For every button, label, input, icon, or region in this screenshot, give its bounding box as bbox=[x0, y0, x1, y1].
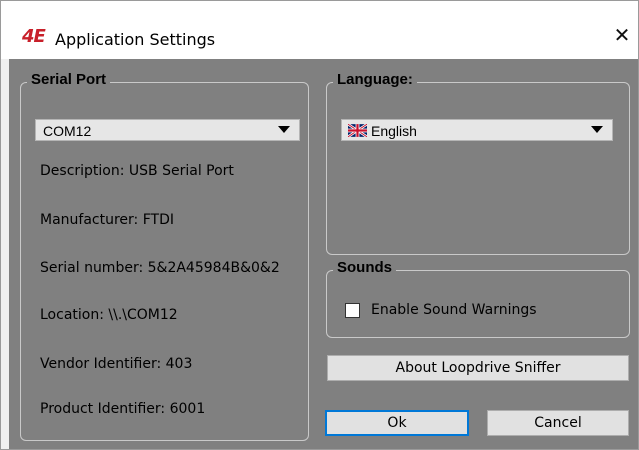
sounds-group: Sounds Enable Sound Warnings bbox=[326, 259, 630, 338]
port-product-identifier: Product Identifier: 6001 bbox=[40, 401, 206, 417]
port-location: Location: \\.\COM12 bbox=[40, 307, 178, 323]
language-selected-value: English bbox=[371, 123, 417, 139]
port-serial-number: Serial number: 5&2A45984B&0&2 bbox=[40, 260, 280, 276]
title-bar: 4E Application Settings ✕ bbox=[1, 1, 638, 59]
enable-sound-warnings-checkbox[interactable] bbox=[345, 303, 360, 318]
dropdown-arrow-icon bbox=[278, 126, 290, 133]
uk-flag-icon bbox=[348, 124, 367, 137]
language-group: Language: bbox=[326, 71, 630, 255]
window-title: Application Settings bbox=[55, 30, 216, 49]
port-vendor-identifier: Vendor Identifier: 403 bbox=[40, 356, 193, 372]
settings-dialog: 4E Application Settings ✕ Serial Port CO… bbox=[0, 0, 639, 450]
port-manufacturer: Manufacturer: FTDI bbox=[40, 212, 174, 228]
sounds-group-label: Sounds bbox=[333, 259, 396, 276]
port-description: Description: USB Serial Port bbox=[40, 163, 234, 179]
dialog-body: Serial Port COM12 Description: USB Seria… bbox=[9, 59, 638, 449]
close-icon[interactable]: ✕ bbox=[611, 25, 633, 47]
cancel-button[interactable]: Cancel bbox=[487, 410, 629, 436]
ok-button[interactable]: Ok bbox=[325, 410, 469, 436]
serial-port-selected-value: COM12 bbox=[43, 123, 92, 139]
dropdown-arrow-icon bbox=[591, 126, 603, 133]
language-group-label: Language: bbox=[333, 71, 417, 88]
serial-port-select[interactable]: COM12 bbox=[35, 119, 300, 141]
about-button[interactable]: About Loopdrive Sniffer bbox=[327, 355, 629, 381]
serial-port-group-label: Serial Port bbox=[27, 71, 111, 88]
enable-sound-warnings-label[interactable]: Enable Sound Warnings bbox=[371, 302, 537, 318]
app-logo-icon: 4E bbox=[22, 26, 46, 47]
language-select[interactable]: English bbox=[341, 119, 613, 141]
